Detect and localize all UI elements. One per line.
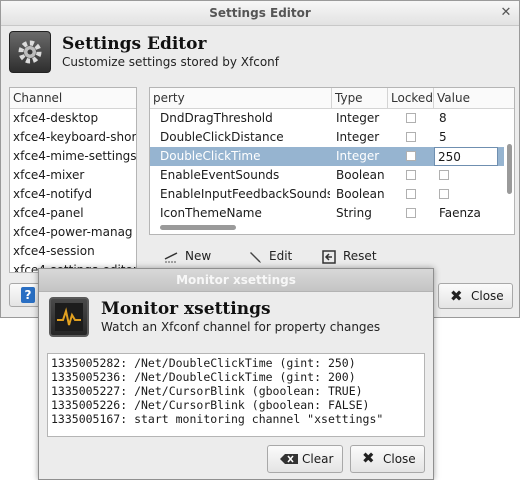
channel-item[interactable]: xfce4-session — [10, 242, 136, 261]
table-row[interactable]: EnableEventSounds Boolean — [150, 166, 504, 185]
channel-column-header[interactable]: Channel — [10, 88, 136, 109]
column-header-value[interactable]: Value — [434, 88, 514, 108]
close-icon: ✖ — [362, 449, 375, 467]
new-icon — [163, 249, 179, 265]
column-header-type[interactable]: Type — [332, 88, 388, 108]
clear-icon — [280, 454, 298, 464]
property-type: Boolean — [336, 168, 385, 182]
dialog-heading: Monitor xsettings — [101, 299, 271, 319]
edit-button[interactable]: Edit — [247, 247, 292, 265]
property-type: String — [336, 206, 372, 220]
reset-icon — [321, 249, 337, 265]
locked-checkbox[interactable] — [406, 170, 416, 180]
monitor-icon — [49, 297, 89, 337]
property-value[interactable]: Faenza — [439, 204, 509, 223]
monitor-dialog: Monitor xsettings Monitor xsettings Watc… — [38, 268, 434, 480]
locked-checkbox[interactable] — [406, 151, 416, 161]
locked-checkbox[interactable] — [406, 208, 416, 218]
close-icon: ✖ — [450, 287, 463, 305]
property-name: IconThemeName — [160, 206, 262, 220]
channel-item[interactable]: xfce4-power-manag — [10, 223, 136, 242]
table-row[interactable]: IconThemeName String Faenza — [150, 204, 504, 223]
page-title: Settings Editor — [62, 34, 207, 54]
reset-button-label: Reset — [343, 249, 377, 263]
log-line: 1335005167: start monitoring channel "xs… — [51, 412, 384, 426]
channel-item[interactable]: xfce4-mixer — [10, 166, 136, 185]
locked-checkbox[interactable] — [406, 132, 416, 142]
dialog-subheading: Watch an Xfconf channel for property cha… — [101, 320, 381, 334]
property-value-editor[interactable]: 250 — [434, 147, 498, 166]
window-titlebar[interactable]: Settings Editor ✕ — [1, 1, 519, 26]
dialog-titlebar[interactable]: Monitor xsettings — [39, 269, 433, 292]
titlebar-close-icon[interactable]: ✕ — [499, 6, 513, 20]
log-line: 1335005236: /Net/DoubleClickTime (gint: … — [51, 370, 356, 384]
property-value[interactable]: 5 — [439, 128, 509, 147]
edit-button-label: Edit — [269, 249, 293, 263]
help-icon: ? — [21, 287, 35, 303]
property-table-header: perty Type Locked Value — [150, 88, 514, 109]
property-name: EnableEventSounds — [160, 168, 280, 182]
property-name: DndDragThreshold — [160, 111, 273, 125]
horizontal-scrollbar[interactable] — [160, 225, 236, 230]
channel-item[interactable]: xfce4-mime-settings — [10, 147, 136, 166]
table-row[interactable]: DndDragThreshold Integer 8 — [150, 109, 504, 128]
value-checkbox[interactable] — [439, 170, 449, 180]
log-line: 1335005282: /Net/DoubleClickTime (gint: … — [51, 356, 356, 370]
new-button-label: New — [185, 249, 212, 263]
dialog-title: Monitor xsettings — [176, 273, 296, 287]
channel-item[interactable]: xfce4-panel — [10, 204, 136, 223]
log-line: 1335005227: /Net/CursorBlink (gboolean: … — [51, 384, 363, 398]
property-value[interactable]: 8 — [439, 109, 509, 128]
locked-checkbox[interactable] — [406, 113, 416, 123]
channel-item[interactable]: xfce4-desktop — [10, 109, 136, 128]
close-button-label: Close — [471, 289, 504, 303]
channel-list[interactable]: Channel xfce4-desktop xfce4-keyboard-sho… — [9, 87, 137, 273]
column-header-property[interactable]: perty — [150, 88, 332, 108]
close-button[interactable]: ✖ Close — [438, 283, 513, 309]
locked-checkbox[interactable] — [406, 189, 416, 199]
table-row[interactable]: DoubleClickDistance Integer 5 — [150, 128, 504, 147]
property-type: Boolean — [336, 187, 385, 201]
log-line: 1335005226: /Net/CursorBlink (gboolean: … — [51, 398, 370, 412]
property-type: Integer — [336, 149, 380, 163]
new-button[interactable]: New — [163, 247, 211, 265]
channel-item[interactable]: xfce4-keyboard-shor — [10, 128, 136, 147]
value-checkbox[interactable] — [439, 189, 449, 199]
monitor-log[interactable]: 1335005282: /Net/DoubleClickTime (gint: … — [47, 353, 425, 437]
table-row[interactable]: EnableInputFeedbackSounds Boolean — [150, 185, 504, 204]
property-name: EnableInputFeedbackSounds — [160, 187, 330, 201]
dialog-close-button[interactable]: ✖ Close — [350, 445, 425, 473]
property-name: DoubleClickTime — [160, 149, 261, 163]
editor-header: Settings Editor Customize settings store… — [9, 31, 511, 73]
channel-item[interactable]: xfce4-notifyd — [10, 185, 136, 204]
pencil-icon — [247, 249, 263, 265]
window-title: Settings Editor — [209, 6, 311, 20]
property-name: DoubleClickDistance — [160, 130, 284, 144]
property-type: Integer — [336, 111, 380, 125]
table-row-selected[interactable]: DoubleClickTime Integer 250 — [150, 147, 504, 166]
vertical-scrollbar[interactable] — [507, 144, 512, 194]
dialog-close-button-label: Close — [383, 452, 416, 466]
settings-gear-icon — [9, 31, 51, 73]
property-table[interactable]: perty Type Locked Value DndDragThreshold… — [149, 87, 515, 235]
clear-button[interactable]: Clear — [267, 445, 343, 473]
clear-button-label: Clear — [302, 452, 334, 466]
page-subtitle: Customize settings stored by Xfconf — [62, 55, 280, 69]
property-type: Integer — [336, 130, 380, 144]
reset-button[interactable]: Reset — [321, 247, 377, 265]
column-header-locked[interactable]: Locked — [388, 88, 434, 108]
